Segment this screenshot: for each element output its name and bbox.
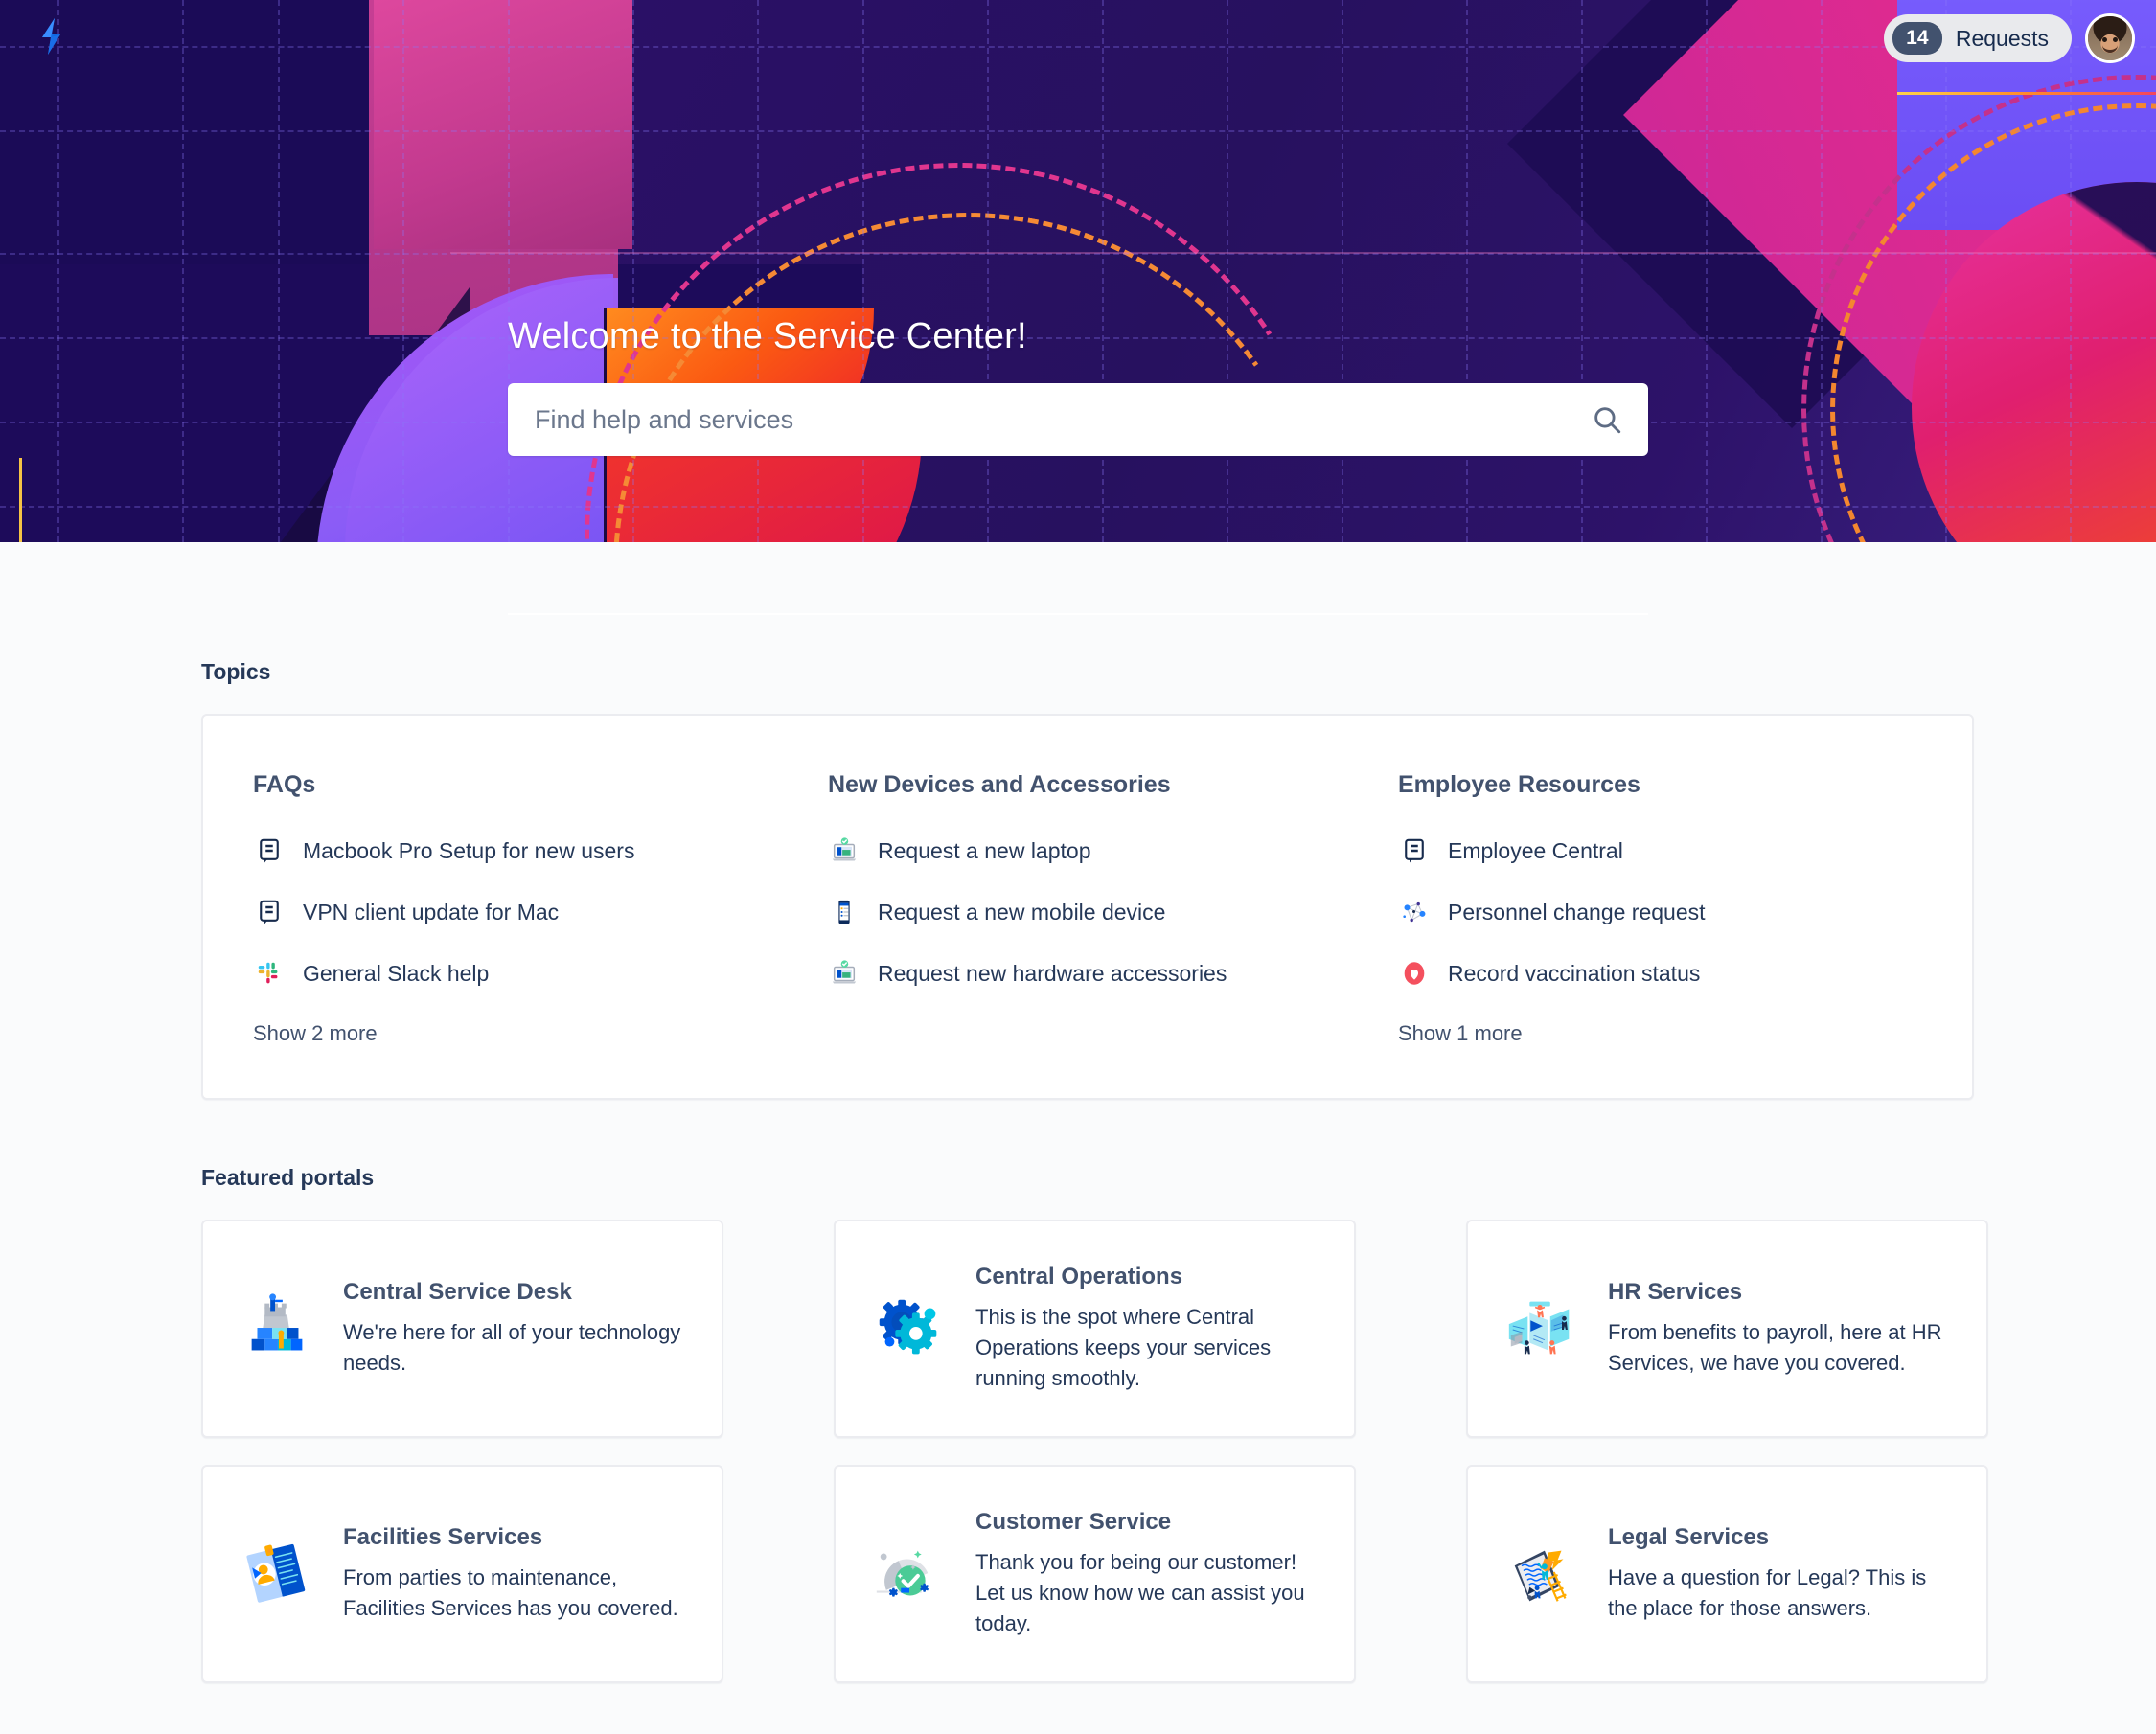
hero-background-artwork <box>0 0 2156 542</box>
portal-name: Central Service Desk <box>343 1279 572 1306</box>
id-badge-illustration <box>236 1533 318 1615</box>
featured-portals-section-title: Featured portals <box>201 1165 375 1190</box>
jira-service-management-bolt-icon[interactable] <box>29 13 79 63</box>
page-title: Welcome to the Service Center! <box>508 316 1027 356</box>
portal-description: We're here for all of your technology ne… <box>343 1320 681 1375</box>
featured-portals-section: Featured portals Central Service Desk We… <box>182 1100 1988 1683</box>
portal-description: This is the spot where Central Operation… <box>975 1305 1272 1390</box>
topic-link-label: Record vaccination status <box>1448 960 1701 986</box>
knowledge-article-icon <box>253 896 286 928</box>
topic-heading: FAQs <box>253 771 316 798</box>
portal-card-customer-service[interactable]: Customer Service Thank you for being our… <box>834 1465 1356 1683</box>
portal-card-legal-services[interactable]: Legal Services Have a question for Legal… <box>1466 1465 1988 1683</box>
portal-card-hr-services[interactable]: HR Services From benefits to payroll, he… <box>1466 1220 1988 1438</box>
portal-card-central-service-desk[interactable]: Central Service Desk We're here for all … <box>201 1220 723 1438</box>
topic-link-label: Request a new mobile device <box>878 899 1166 924</box>
service-dome-check-illustration <box>868 1533 951 1615</box>
hero-banner: 14 Requests Welcome to the Service Cente… <box>0 0 2156 542</box>
featured-portals-grid: Central Service Desk We're here for all … <box>201 1220 1988 1683</box>
topics-card: FAQs Macbook Pro Setup for new users VPN… <box>201 714 1974 1100</box>
laptop-request-icon <box>828 834 860 867</box>
knowledge-article-icon <box>253 834 286 867</box>
topic-column-new-devices: New Devices and Accessories Request a ne… <box>828 771 1398 1046</box>
portal-description: Have a question for Legal? This is the p… <box>1608 1565 1927 1620</box>
portal-name: Customer Service <box>975 1509 1172 1536</box>
topic-link-label: VPN client update for Mac <box>303 899 560 924</box>
portal-card-central-operations[interactable]: Central Operations This is the spot wher… <box>834 1220 1356 1438</box>
decorative-yellow-line <box>19 458 22 542</box>
people-panels-illustration <box>1501 1288 1583 1370</box>
requests-count-badge: 14 <box>1892 22 1942 55</box>
laptop-request-icon <box>828 957 860 990</box>
portal-name: HR Services <box>1608 1279 1743 1306</box>
hero-content: Welcome to the Service Center! <box>508 316 1648 456</box>
topic-link-label: Personnel change request <box>1448 899 1706 924</box>
portal-name: Legal Services <box>1608 1524 1770 1551</box>
search-icon[interactable] <box>1589 401 1625 438</box>
gears-illustration <box>868 1288 951 1370</box>
topic-column-employee-resources: Employee Resources Employee Central Pers… <box>1398 771 1922 1046</box>
topic-link-label: Request a new laptop <box>878 837 1091 863</box>
topic-heading: Employee Resources <box>1398 771 1640 798</box>
portal-description: From parties to maintenance, Facilities … <box>343 1565 678 1620</box>
portal-name: Central Operations <box>975 1264 1183 1290</box>
topic-link-label: Employee Central <box>1448 837 1623 863</box>
topic-link-macbook-pro-setup[interactable]: Macbook Pro Setup for new users <box>253 834 828 867</box>
mobile-device-icon <box>828 896 860 928</box>
decorative-thin-line <box>450 252 2156 254</box>
heart-shield-icon <box>1398 957 1431 990</box>
content-divider <box>508 613 1648 615</box>
topic-link-personnel-change-request[interactable]: Personnel change request <box>1398 896 1922 928</box>
avatar[interactable] <box>2085 13 2135 63</box>
topic-link-record-vaccination-status[interactable]: Record vaccination status <box>1398 957 1922 990</box>
topic-link-label: General Slack help <box>303 960 490 986</box>
knowledge-article-icon <box>1398 834 1431 867</box>
topic-link-employee-central[interactable]: Employee Central <box>1398 834 1922 867</box>
decorative-orange-line <box>1897 92 2156 95</box>
search-input[interactable] <box>508 404 1648 435</box>
portal-card-facilities-services[interactable]: Facilities Services From parties to main… <box>201 1465 723 1683</box>
topic-heading: New Devices and Accessories <box>828 771 1171 798</box>
slack-icon <box>253 957 286 990</box>
network-nodes-icon <box>1398 896 1431 928</box>
page-content: Topics FAQs Macbook Pro Setup for new us… <box>0 542 2156 1683</box>
portal-name: Facilities Services <box>343 1524 543 1551</box>
requests-label: Requests <box>1955 25 2049 51</box>
show-more-employee-resources[interactable]: Show 1 more <box>1398 1021 1922 1046</box>
topic-link-label: Request new hardware accessories <box>878 960 1227 986</box>
decorative-magenta-rect <box>374 0 632 249</box>
castle-blocks-illustration <box>236 1288 318 1370</box>
portal-description: From benefits to payroll, here at HR Ser… <box>1608 1320 1942 1375</box>
topbar-right: 14 Requests <box>1883 13 2135 63</box>
show-more-faqs[interactable]: Show 2 more <box>253 1021 828 1046</box>
topic-link-label: Macbook Pro Setup for new users <box>303 837 635 863</box>
search-box[interactable] <box>508 383 1648 456</box>
topic-link-general-slack-help[interactable]: General Slack help <box>253 957 828 990</box>
portal-description: Thank you for being our customer! Let us… <box>975 1550 1305 1635</box>
topic-link-request-hardware-accessories[interactable]: Request new hardware accessories <box>828 957 1398 990</box>
topics-section-title: Topics <box>201 659 271 684</box>
topic-link-request-new-mobile-device[interactable]: Request a new mobile device <box>828 896 1398 928</box>
requests-button[interactable]: 14 Requests <box>1883 14 2072 62</box>
topics-section: Topics FAQs Macbook Pro Setup for new us… <box>182 542 1974 1100</box>
topic-link-vpn-client-update[interactable]: VPN client update for Mac <box>253 896 828 928</box>
topic-column-faqs: FAQs Macbook Pro Setup for new users VPN… <box>253 771 828 1046</box>
topic-link-request-new-laptop[interactable]: Request a new laptop <box>828 834 1398 867</box>
tablet-ladder-illustration <box>1501 1533 1583 1615</box>
